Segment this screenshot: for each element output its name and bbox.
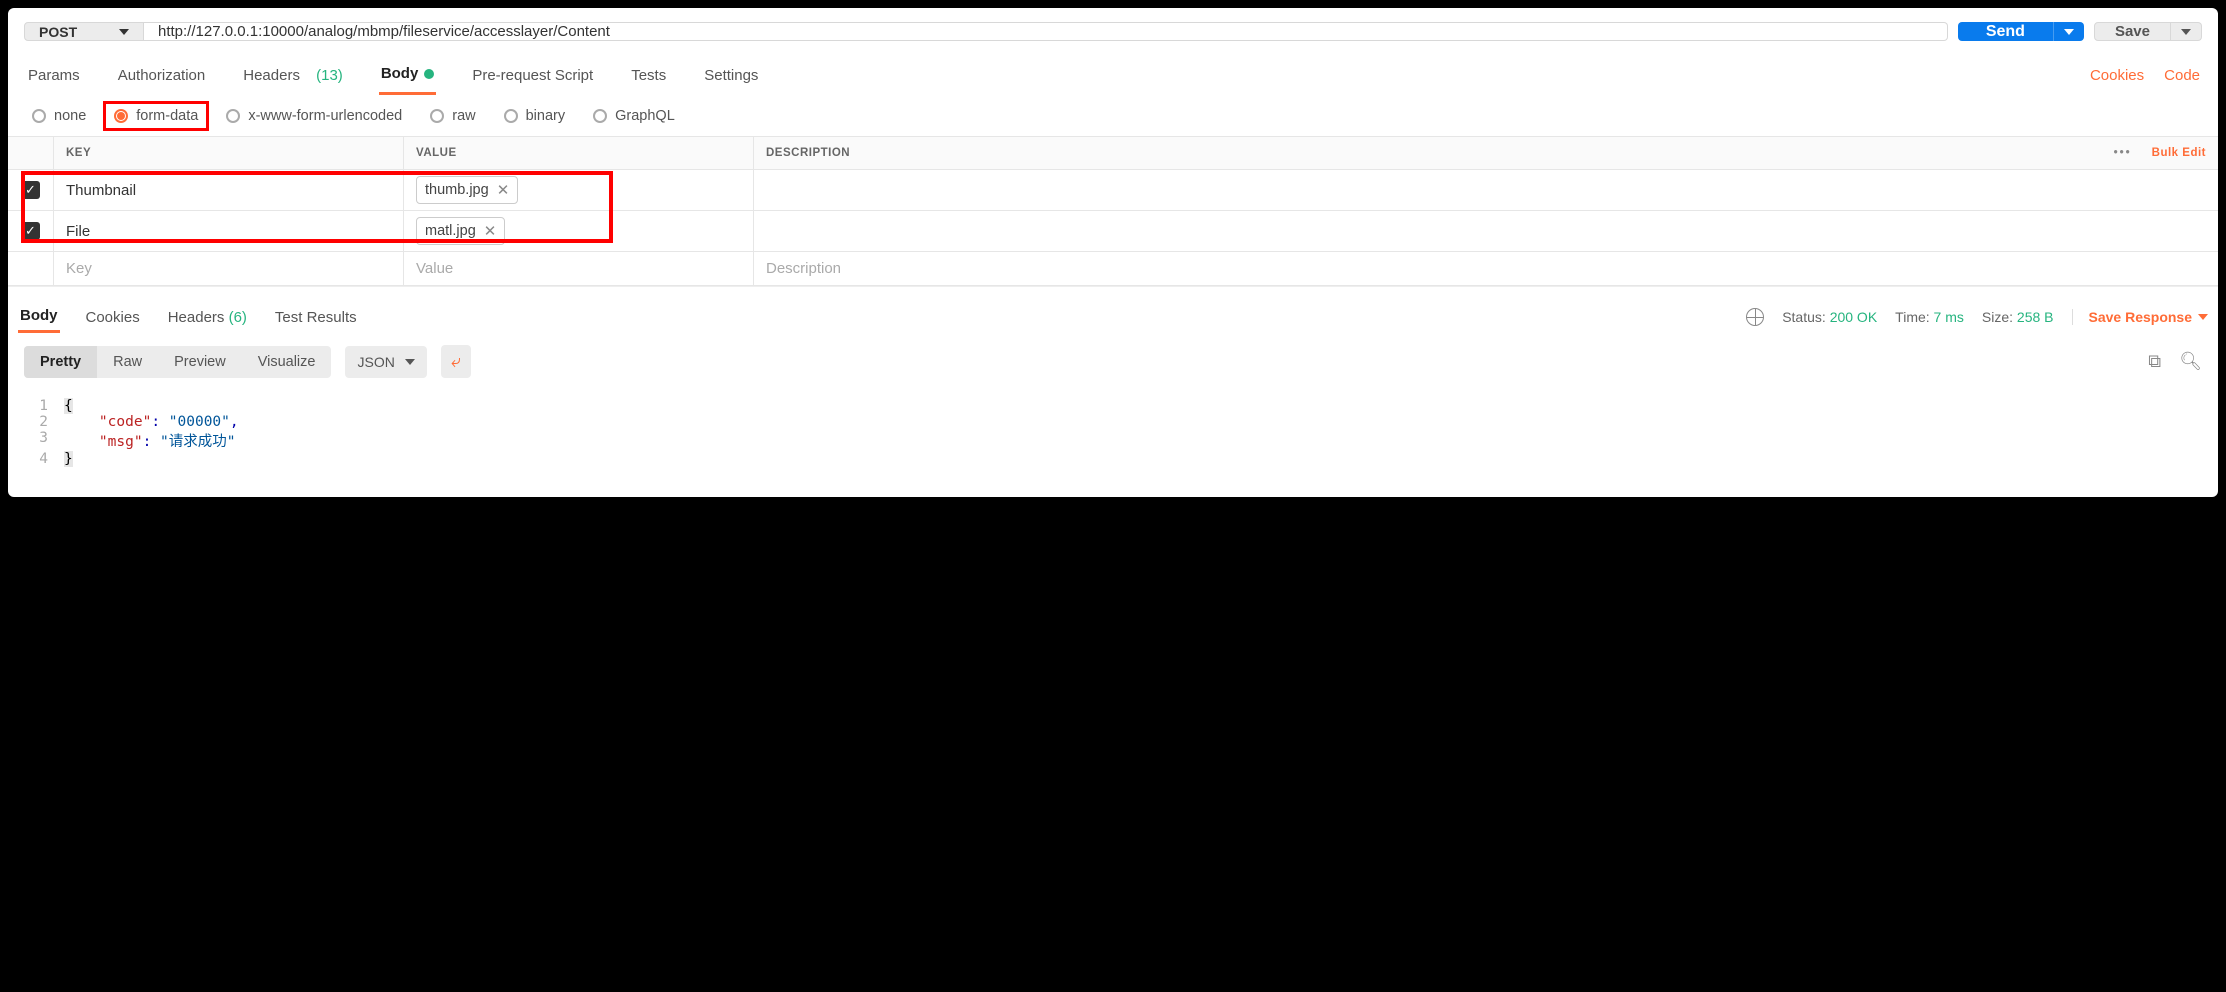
formdata-row[interactable]: ✓ File matl.jpg ✕: [8, 211, 2218, 252]
body-type-none[interactable]: none: [32, 108, 86, 124]
size-label: Size: 258 B: [1982, 309, 2054, 325]
formdata-desc-cell[interactable]: [754, 170, 2218, 210]
body-type-binary[interactable]: binary: [504, 108, 566, 124]
tab-headers[interactable]: Headers (13): [241, 57, 345, 94]
view-preview[interactable]: Preview: [158, 346, 242, 378]
save-response-button[interactable]: Save Response: [2072, 309, 2209, 325]
chevron-down-icon: [119, 29, 129, 35]
globe-icon[interactable]: [1746, 308, 1764, 326]
column-header-value: VALUE: [404, 137, 754, 169]
formdata-desc-cell[interactable]: [754, 211, 2218, 251]
formdata-value-cell[interactable]: matl.jpg ✕: [404, 211, 754, 251]
tab-prerequest[interactable]: Pre-request Script: [470, 57, 595, 94]
save-dropdown[interactable]: [2171, 22, 2202, 41]
formdata-row[interactable]: ✓ Thumbnail thumb.jpg ✕: [8, 170, 2218, 211]
formdata-value-placeholder[interactable]: Value: [404, 252, 754, 285]
view-visualize[interactable]: Visualize: [242, 346, 332, 378]
body-modified-dot: [424, 69, 434, 79]
body-type-urlencoded[interactable]: x-www-form-urlencoded: [226, 108, 402, 124]
formdata-value-cell[interactable]: thumb.jpg ✕: [404, 170, 754, 210]
response-tab-body[interactable]: Body: [18, 301, 60, 333]
response-view-segmented: Pretty Raw Preview Visualize: [24, 346, 331, 378]
file-chip: thumb.jpg ✕: [416, 176, 518, 204]
remove-file-icon[interactable]: ✕: [497, 181, 510, 199]
formdata-key-placeholder[interactable]: Key: [54, 252, 404, 285]
view-pretty[interactable]: Pretty: [24, 346, 97, 378]
more-options-icon[interactable]: •••: [2114, 147, 2132, 159]
code-link[interactable]: Code: [2164, 67, 2200, 84]
formdata-key-cell[interactable]: Thumbnail: [54, 170, 404, 210]
remove-file-icon[interactable]: ✕: [484, 222, 497, 240]
column-header-description: DESCRIPTION: [766, 147, 850, 159]
tab-tests[interactable]: Tests: [629, 57, 668, 94]
time-label: Time: 7 ms: [1895, 309, 1964, 325]
chevron-down-icon: [2064, 29, 2074, 35]
chevron-down-icon: [2181, 29, 2191, 35]
wrap-lines-button[interactable]: ⤶: [441, 345, 471, 378]
chevron-down-icon: [2198, 314, 2208, 320]
tab-body[interactable]: Body: [379, 55, 437, 95]
bulk-edit-link[interactable]: Bulk Edit: [2152, 147, 2206, 159]
formdata-desc-placeholder[interactable]: Description: [754, 252, 2218, 285]
formdata-header-row: KEY VALUE DESCRIPTION ••• Bulk Edit: [8, 137, 2218, 170]
file-chip-name: thumb.jpg: [425, 182, 489, 198]
tab-authorization[interactable]: Authorization: [116, 57, 208, 94]
copy-icon[interactable]: ⧉: [2148, 351, 2161, 372]
view-raw[interactable]: Raw: [97, 346, 158, 378]
response-tab-headers[interactable]: Headers (6): [166, 303, 249, 332]
row-checkbox[interactable]: ✓: [22, 181, 40, 199]
request-url-text: http://127.0.0.1:10000/analog/mbmp/files…: [158, 23, 610, 40]
http-method-select[interactable]: POST: [24, 22, 144, 41]
body-type-raw[interactable]: raw: [430, 108, 475, 124]
format-select[interactable]: JSON: [345, 346, 426, 378]
body-type-formdata[interactable]: form-data: [114, 108, 198, 124]
save-button[interactable]: Save: [2094, 22, 2171, 41]
send-dropdown[interactable]: [2053, 22, 2084, 41]
annotation-highlight-formdata: form-data: [103, 101, 209, 131]
tab-settings[interactable]: Settings: [702, 57, 760, 94]
file-chip: matl.jpg ✕: [416, 217, 505, 245]
body-type-graphql[interactable]: GraphQL: [593, 108, 675, 124]
file-chip-name: matl.jpg: [425, 223, 476, 239]
send-button[interactable]: Send: [1958, 22, 2053, 41]
status-label: Status: 200 OK: [1782, 309, 1877, 325]
tab-params[interactable]: Params: [26, 57, 82, 94]
response-tab-testresults[interactable]: Test Results: [273, 303, 359, 332]
formdata-key-cell[interactable]: File: [54, 211, 404, 251]
chevron-down-icon: [405, 359, 415, 365]
response-body-code[interactable]: 1{ 2 "code": "00000", 3 "msg": "请求成功" 4}: [8, 390, 2218, 497]
formdata-new-row[interactable]: Key Value Description: [8, 252, 2218, 286]
row-checkbox[interactable]: ✓: [22, 222, 40, 240]
search-icon[interactable]: 🔍︎: [2179, 351, 2202, 372]
cookies-link[interactable]: Cookies: [2090, 67, 2144, 84]
response-tab-cookies[interactable]: Cookies: [84, 303, 142, 332]
http-method-label: POST: [39, 24, 77, 40]
column-header-key: KEY: [54, 137, 404, 169]
request-url-input[interactable]: http://127.0.0.1:10000/analog/mbmp/files…: [144, 22, 1948, 41]
